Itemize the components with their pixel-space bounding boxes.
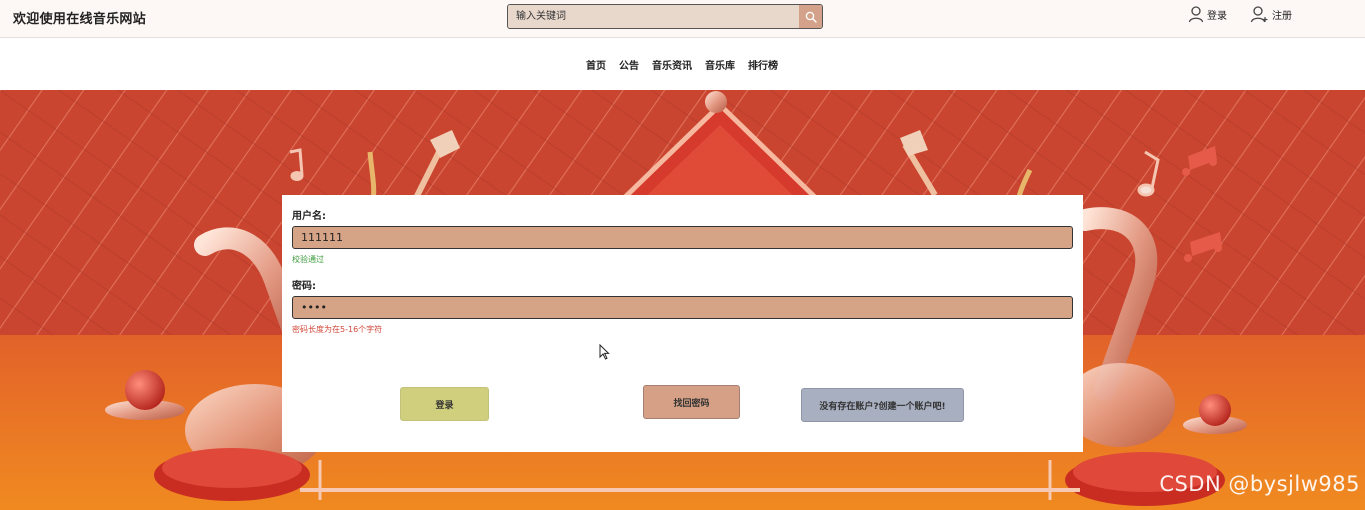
- username-hint: 校验通过: [292, 255, 324, 264]
- register-link-label: 注册: [1272, 10, 1292, 22]
- register-link[interactable]: 注册: [1250, 5, 1292, 23]
- site-title: 欢迎使用在线音乐网站: [13, 12, 147, 27]
- login-button[interactable]: 登录: [400, 387, 489, 421]
- login-link[interactable]: 登录: [1188, 5, 1227, 23]
- user-icon: [1188, 6, 1204, 23]
- nav-notice[interactable]: 公告: [619, 57, 639, 72]
- search-box: [507, 4, 823, 29]
- search-icon: [805, 11, 817, 23]
- mouse-cursor-icon: [599, 344, 610, 360]
- login-link-label: 登录: [1207, 10, 1227, 22]
- username-label: 用户名:: [292, 211, 326, 222]
- nav-ranking[interactable]: 排行榜: [748, 57, 778, 72]
- password-input[interactable]: ••••: [292, 296, 1073, 319]
- nav-music-library[interactable]: 音乐库: [705, 57, 735, 72]
- username-input[interactable]: 111111: [292, 226, 1073, 249]
- create-account-button[interactable]: 没有存在账户?创建一个账户吧!: [801, 388, 964, 422]
- password-label: 密码:: [292, 281, 316, 292]
- top-header: 欢迎使用在线音乐网站 登录 注册: [0, 0, 1365, 38]
- watermark: CSDN @bysjlw985: [1159, 472, 1360, 496]
- nav-home[interactable]: 首页: [586, 57, 606, 72]
- login-form: 用户名: 111111 校验通过 密码: •••• 密码长度为在5-16个字符 …: [282, 195, 1083, 452]
- search-button[interactable]: [799, 5, 822, 28]
- search-input[interactable]: [508, 5, 800, 28]
- add-user-icon: [1250, 6, 1268, 23]
- password-hint: 密码长度为在5-16个字符: [292, 325, 383, 334]
- find-password-button[interactable]: 找回密码: [643, 385, 740, 419]
- nav-music-news[interactable]: 音乐资讯: [652, 57, 692, 72]
- main-nav: 首页 公告 音乐资讯 音乐库 排行榜: [0, 38, 1365, 90]
